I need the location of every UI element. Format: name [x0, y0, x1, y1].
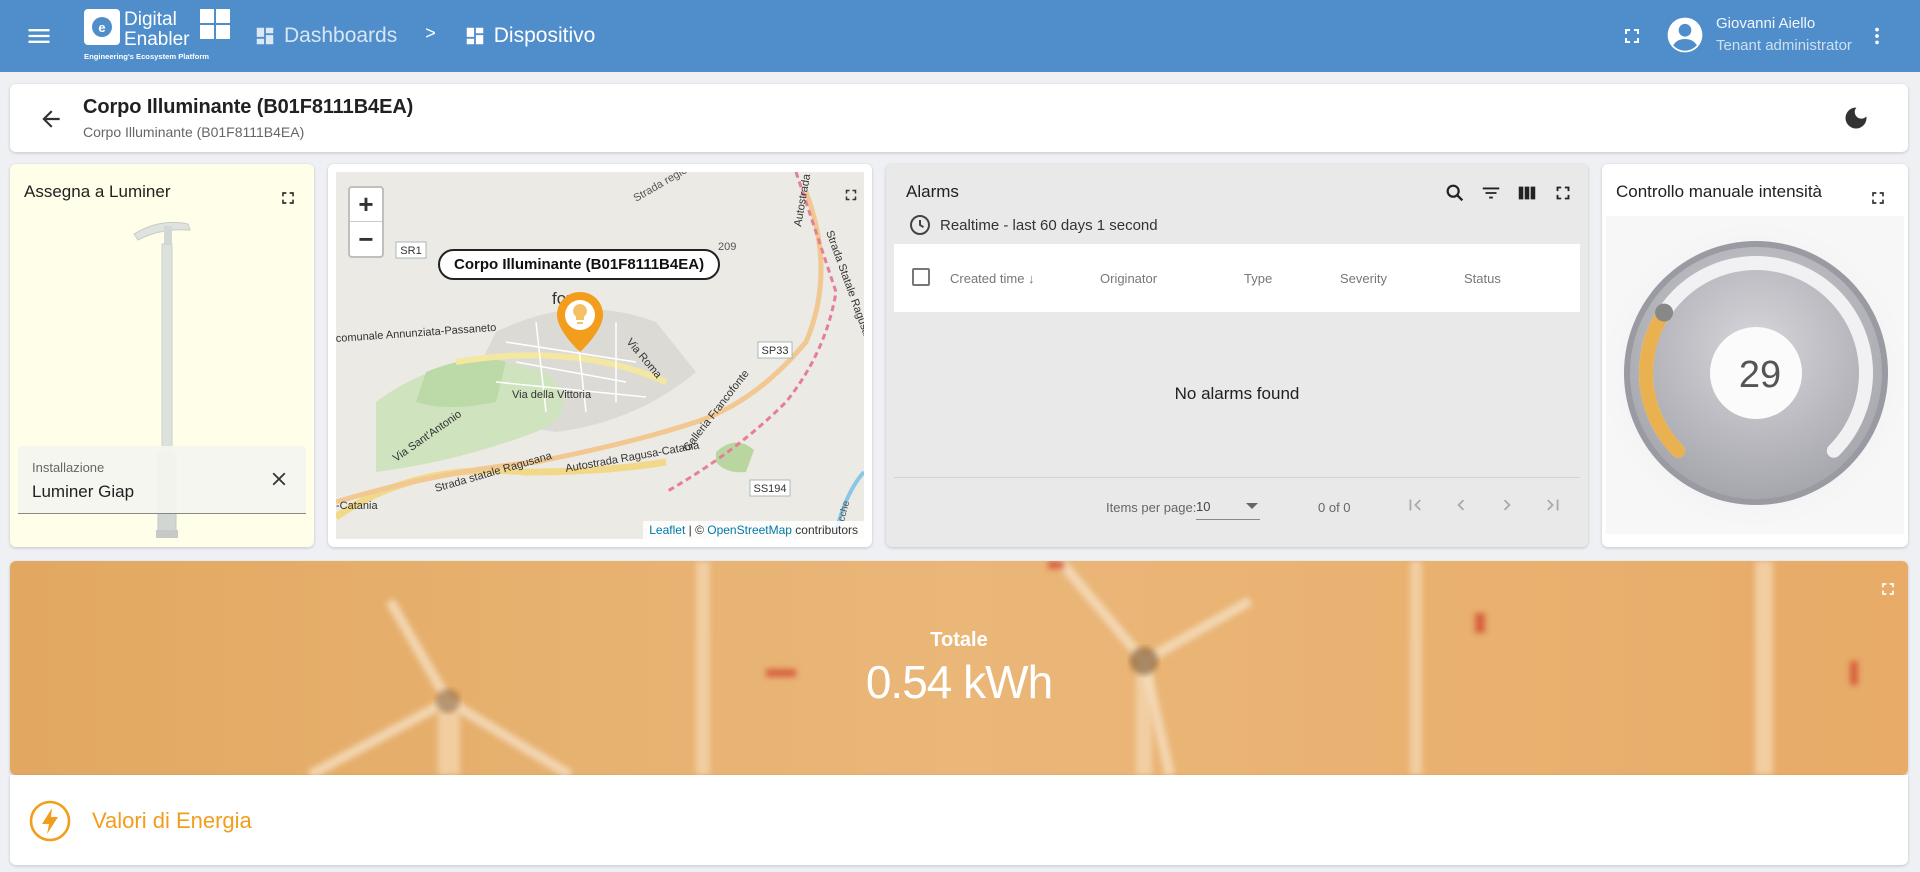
installazione-label: Installazione [32, 460, 105, 475]
breadcrumb-dashboards[interactable]: Dashboards [254, 24, 397, 48]
fullscreen-icon[interactable] [1868, 188, 1888, 208]
breadcrumb-dispositivo[interactable]: Dispositivo [464, 24, 596, 48]
menu-icon[interactable] [24, 22, 54, 50]
bolt-icon [29, 800, 71, 842]
knob-background: 29 [1606, 216, 1904, 534]
installazione-value[interactable]: Luminer Giap [32, 482, 134, 502]
intensity-control-widget: Controllo manuale intensità 29 [1602, 164, 1908, 547]
widget-title: Assegna a Luminer [24, 182, 171, 201]
sort-arrow-icon: ↓ [1028, 271, 1035, 286]
items-per-page-label: Items per page: [1106, 500, 1197, 515]
close-icon[interactable] [268, 468, 290, 490]
clock-icon [910, 215, 930, 235]
first-page-icon[interactable] [1404, 494, 1426, 516]
totale-label: Totale [930, 629, 988, 651]
svg-text:SR1: SR1 [400, 245, 421, 257]
dashboard-icon [256, 27, 274, 45]
alarms-table-header: Created time ↓ Originator Type Severity … [894, 244, 1580, 312]
entity-subtitle: Corpo Illuminante (B01F8111B4EA) [83, 124, 305, 140]
totale-value: 0.54 kWh [865, 656, 1053, 708]
fullscreen-icon[interactable] [842, 186, 860, 204]
column-originator[interactable]: Originator [1100, 271, 1157, 286]
map-tiles: SR1 SP33 SS194 Via della Vittoria Via Ro… [336, 172, 864, 539]
intensity-value: 29 [1738, 354, 1782, 396]
dark-mode-icon[interactable] [1842, 104, 1870, 132]
alarms-toolbar [1444, 182, 1574, 204]
map-view[interactable]: SR1 SP33 SS194 Via della Vittoria Via Ro… [336, 172, 864, 539]
next-page-icon[interactable] [1496, 494, 1518, 516]
items-per-page-select[interactable]: 10 [1196, 492, 1260, 520]
timewindow-label: Realtime - last 60 days 1 second [940, 216, 1158, 234]
logo-line2: Enabler [124, 29, 190, 50]
svg-text:SP33: SP33 [762, 345, 789, 357]
map-attribution: Leaflet | © OpenStreetMap contributors [643, 521, 864, 539]
svg-text:e: e [98, 20, 105, 35]
logo-tagline: Engineering's Ecosystem Platform [84, 52, 209, 61]
attribution-tail: contributors [791, 523, 858, 537]
column-created-time[interactable]: Created time ↓ [950, 271, 1035, 286]
fullscreen-icon[interactable] [1620, 24, 1644, 48]
timewindow-selector[interactable]: Realtime - last 60 days 1 second [908, 213, 1158, 237]
map-widget: SR1 SP33 SS194 Via della Vittoria Via Ro… [328, 164, 872, 547]
items-per-page-value: 10 [1196, 499, 1211, 514]
page-range: 0 of 0 [1318, 500, 1351, 515]
user-role: Tenant administrator [1716, 37, 1852, 54]
alarms-widget: Alarms Realtime - last 60 days 1 second … [886, 164, 1588, 547]
knob-handle-icon[interactable] [1655, 303, 1674, 322]
breadcrumb-label: Dashboards [284, 24, 398, 47]
zoom-out-button[interactable]: − [350, 222, 382, 256]
column-type[interactable]: Type [1244, 271, 1272, 286]
user-avatar-icon[interactable] [1666, 16, 1704, 54]
user-name[interactable]: Giovanni Aiello [1716, 15, 1815, 32]
entity-header: Corpo Illuminante (B01F8111B4EA) Corpo I… [10, 84, 1908, 152]
valori-energia-widget: Valori di Energia [10, 775, 1908, 865]
logo-line1: Digital [124, 9, 177, 30]
top-toolbar: e Digital Enabler Engineering's Ecosyste… [0, 0, 1920, 72]
fullscreen-icon[interactable] [1878, 579, 1898, 599]
breadcrumb: Dashboards > Dispositivo [254, 0, 595, 72]
attribution-sep: | © [685, 523, 708, 537]
breadcrumb-label: Dispositivo [493, 24, 596, 47]
empty-state: No alarms found [1174, 384, 1300, 403]
map-marker-icon[interactable] [554, 290, 606, 354]
openstreetmap-link[interactable]: OpenStreetMap [707, 523, 792, 537]
svg-text:SS194: SS194 [753, 483, 786, 495]
prev-page-icon[interactable] [1450, 494, 1472, 516]
zoom-in-button[interactable]: + [350, 188, 382, 222]
last-page-icon[interactable] [1542, 494, 1564, 516]
svg-text:-Catania: -Catania [336, 500, 378, 512]
leaflet-link[interactable]: Leaflet [649, 523, 685, 537]
select-all-checkbox[interactable] [912, 268, 930, 286]
breadcrumb-separator: > [425, 22, 436, 43]
entity-title: Corpo Illuminante (B01F8111B4EA) [83, 96, 414, 118]
svg-text:Via della Vittoria: Via della Vittoria [512, 389, 592, 401]
dropdown-arrow-icon [1246, 503, 1258, 509]
column-severity[interactable]: Severity [1340, 271, 1387, 286]
digital-enabler-logo[interactable]: e Digital Enabler Engineering's Ecosyste… [84, 7, 230, 63]
filter-icon[interactable] [1480, 182, 1502, 204]
search-icon[interactable] [1444, 182, 1466, 204]
widget-title: Alarms [906, 182, 959, 201]
installazione-field[interactable]: Installazione Luminer Giap [18, 446, 306, 514]
paginator: Items per page: 10 0 of 0 [894, 477, 1580, 539]
column-status[interactable]: Status [1464, 271, 1501, 286]
back-arrow-icon[interactable] [38, 106, 64, 132]
widget-title: Controllo manuale intensità [1616, 182, 1823, 201]
totale-widget: Totale 0.54 kWh [10, 561, 1908, 775]
more-vert-icon[interactable] [1866, 22, 1888, 50]
zoom-control: + − [348, 186, 384, 258]
valori-energia-link[interactable]: Valori di Energia [92, 808, 252, 834]
map-marker-label[interactable]: Corpo Illuminante (B01F8111B4EA) [438, 249, 721, 280]
svg-text:209: 209 [718, 241, 736, 253]
fullscreen-icon[interactable] [1552, 182, 1574, 204]
dashboard-icon [466, 27, 483, 45]
fullscreen-icon[interactable] [278, 188, 298, 208]
columns-icon[interactable] [1516, 182, 1538, 204]
page-buttons [1404, 494, 1564, 516]
assegna-widget: Assegna a Luminer Installazione Luminer … [10, 164, 314, 547]
